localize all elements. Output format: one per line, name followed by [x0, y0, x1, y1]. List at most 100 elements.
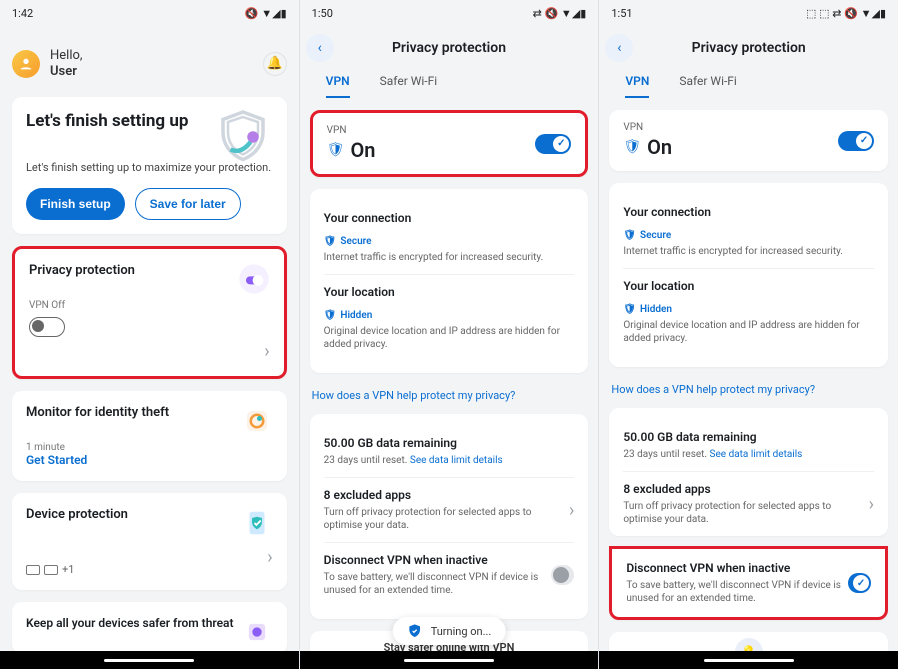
identity-recent: 1 minute	[26, 442, 169, 453]
chevron-right-icon: ›	[569, 500, 574, 521]
identity-icon	[241, 405, 273, 437]
screen-home: 1:42 🔇 ▼◢▮ Hello, User 🔔 Let's finish se…	[0, 0, 300, 669]
vpn-label: VPN	[327, 125, 376, 136]
chevron-left-icon: ‹	[617, 40, 621, 56]
avatar[interactable]	[12, 50, 40, 78]
greeting-text: Hello, User	[50, 48, 82, 79]
greeting-row: Hello, User 🔔	[12, 48, 287, 79]
identity-card[interactable]: Monitor for identity theft 1 minute Get …	[12, 391, 287, 481]
privacy-icon	[238, 263, 270, 295]
identity-title: Monitor for identity theft	[26, 405, 169, 420]
privacy-protection-card[interactable]: Privacy protection VPN Off ›	[12, 246, 287, 379]
location-desc: Original device location and IP address …	[324, 325, 575, 351]
shield-check-icon: 🛡	[623, 139, 641, 155]
safer-title: Keep all your devices safer from threat	[26, 616, 234, 630]
notifications-button[interactable]: 🔔	[263, 52, 287, 76]
turning-on-chip: Turning on...	[393, 617, 506, 645]
connection-info-card: Your connection 🛡Secure Internet traffic…	[310, 189, 589, 373]
tab-vpn[interactable]: VPN	[326, 74, 350, 98]
device-icon	[241, 507, 273, 539]
secure-label: Secure	[340, 236, 371, 247]
disconnect-inactive-row: Disconnect VPN when inactive To save bat…	[324, 543, 575, 607]
screen-privacy-on: 1:51 ⬚ ⬚ ⇄ 🔇 ▼◢▮ ‹ Privacy protection VP…	[599, 0, 898, 669]
device-count: +1	[26, 563, 74, 576]
connection-title: Your connection	[623, 205, 874, 219]
shield-icon	[407, 623, 423, 639]
turning-on-label: Turning on...	[431, 625, 492, 638]
tabs: VPN Safer Wi-Fi	[300, 74, 599, 98]
android-navbar[interactable]	[300, 651, 599, 669]
device-more: +1	[62, 563, 74, 576]
finish-setup-button[interactable]: Finish setup	[26, 188, 125, 220]
inactive-title: Disconnect VPN when inactive	[324, 553, 551, 567]
status-icons: ⬚ ⬚ ⇄ 🔇 ▼◢▮	[806, 7, 886, 20]
status-bar: 1:50 ⇄ 🔇 ▼◢▮	[300, 0, 599, 26]
disconnect-inactive-card: Disconnect VPN when inactive To save bat…	[609, 546, 888, 620]
device-protection-card[interactable]: Device protection +1 ›	[12, 493, 287, 590]
tab-vpn[interactable]: VPN	[625, 74, 649, 98]
data-title: 50.00 GB data remaining	[324, 436, 503, 450]
shield-icon	[213, 107, 273, 167]
hidden-label: Hidden	[640, 304, 672, 315]
tab-safer-wifi[interactable]: Safer Wi-Fi	[380, 74, 438, 98]
shield-check-icon: 🛡	[327, 142, 345, 158]
save-later-button[interactable]: Save for later	[135, 188, 241, 220]
vpn-off-label: VPN Off	[29, 300, 135, 311]
location-title: Your location	[324, 285, 575, 299]
vpn-label: VPN	[623, 122, 672, 133]
secure-badge: 🛡Secure	[623, 230, 671, 241]
android-navbar[interactable]	[0, 651, 299, 669]
excluded-apps-row[interactable]: 8 excluded apps Turn off privacy protect…	[324, 478, 575, 543]
inactive-desc: To save battery, we'll disconnect VPN if…	[626, 579, 848, 605]
data-remaining-row[interactable]: 50.00 GB data remaining 23 days until re…	[324, 426, 575, 478]
clock: 1:50	[312, 7, 333, 20]
status-bar: 1:42 🔇 ▼◢▮	[0, 0, 299, 26]
excluded-apps-row[interactable]: 8 excluded apps Turn off privacy protect…	[623, 472, 874, 536]
settings-card: 50.00 GB data remaining 23 days until re…	[609, 408, 888, 536]
data-limit-link[interactable]: See data limit details	[710, 449, 803, 460]
safer-devices-card[interactable]: Keep all your devices safer from threat	[12, 602, 287, 654]
connection-desc: Internet traffic is encrypted for increa…	[623, 245, 874, 258]
chevron-right-icon: ›	[869, 494, 874, 515]
vpn-help-link[interactable]: How does a VPN help protect my privacy?	[599, 379, 898, 396]
vpn-status: On	[350, 138, 375, 162]
vpn-toggle[interactable]	[838, 131, 874, 151]
inactive-toggle-on[interactable]	[848, 573, 871, 593]
back-button[interactable]: ‹	[306, 34, 334, 62]
vpn-toggle[interactable]	[535, 134, 571, 154]
screen-privacy-turning-on: 1:50 ⇄ 🔇 ▼◢▮ ‹ Privacy protection VPN Sa…	[300, 0, 600, 669]
shield-icon: 🛡	[324, 236, 337, 247]
excluded-title: 8 excluded apps	[324, 488, 569, 502]
chevron-right-icon: ›	[264, 341, 269, 362]
chevron-left-icon: ‹	[318, 40, 322, 56]
data-sub: 23 days until reset.	[324, 455, 410, 466]
tabs: VPN Safer Wi-Fi	[599, 74, 898, 98]
data-remaining-row[interactable]: 50.00 GB data remaining 23 days until re…	[623, 420, 874, 472]
hello-label: Hello,	[50, 48, 82, 64]
hidden-badge: 🛡Hidden	[623, 304, 672, 315]
privacy-title: Privacy protection	[29, 263, 135, 278]
bell-icon: 🔔	[267, 56, 283, 71]
data-limit-link[interactable]: See data limit details	[410, 455, 503, 466]
vpn-status-card: VPN 🛡 On	[310, 110, 589, 177]
device-title: Device protection	[26, 507, 128, 522]
status-bar: 1:51 ⬚ ⬚ ⇄ 🔇 ▼◢▮	[599, 0, 898, 26]
tab-safer-wifi[interactable]: Safer Wi-Fi	[679, 74, 737, 98]
android-navbar[interactable]	[599, 651, 898, 669]
vpn-toggle-off[interactable]	[29, 317, 65, 337]
clock: 1:51	[611, 7, 632, 20]
location-desc: Original device location and IP address …	[623, 319, 874, 345]
chevron-right-icon: ›	[267, 547, 272, 568]
inactive-title: Disconnect VPN when inactive	[626, 561, 848, 575]
connection-info-card: Your connection 🛡Secure Internet traffic…	[609, 183, 888, 367]
secure-badge: 🛡Secure	[324, 236, 372, 247]
excluded-desc: Turn off privacy protection for selected…	[324, 506, 569, 532]
status-icons: ⇄ 🔇 ▼◢▮	[533, 7, 587, 20]
hidden-badge: 🛡Hidden	[324, 310, 373, 321]
vpn-status-card: VPN 🛡 On	[609, 110, 888, 171]
inactive-toggle-off[interactable]	[551, 565, 575, 585]
location-title: Your location	[623, 279, 874, 293]
get-started-link[interactable]: Get Started	[26, 453, 169, 467]
back-button[interactable]: ‹	[605, 34, 633, 62]
vpn-help-link[interactable]: How does a VPN help protect my privacy?	[300, 385, 599, 402]
